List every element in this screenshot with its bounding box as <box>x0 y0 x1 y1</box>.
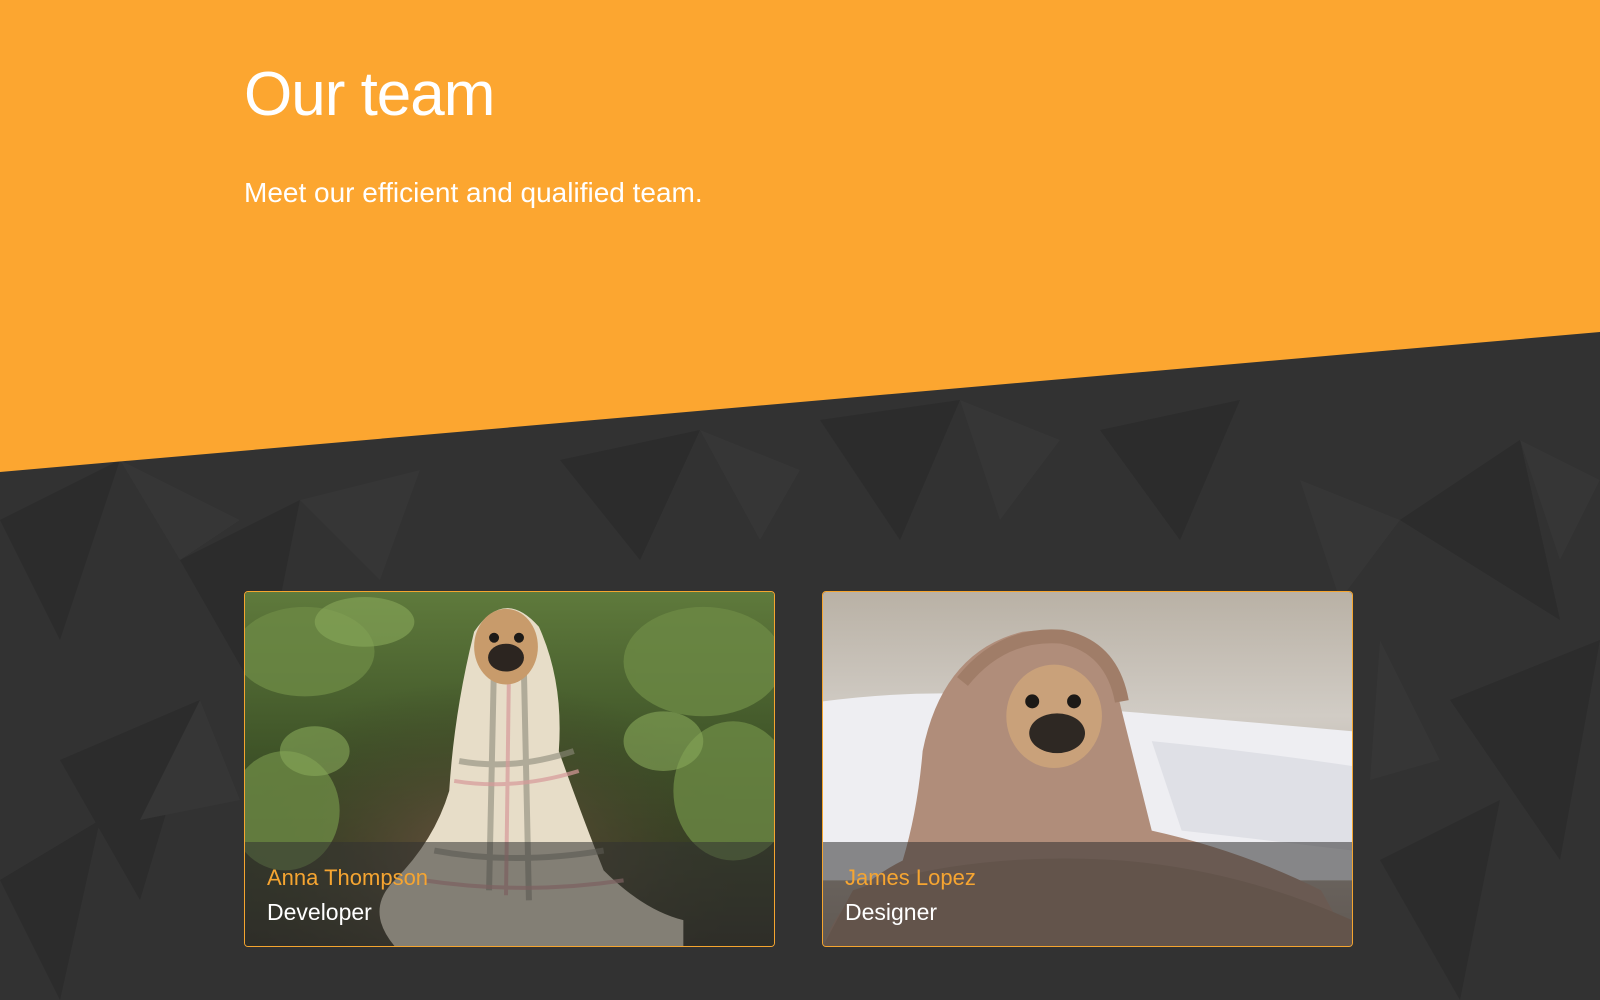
page-title: Our team <box>244 60 495 129</box>
member-name: James Lopez <box>845 865 976 890</box>
team-grid: Anna Thompson Developer James Lopez Desi… <box>244 591 1358 949</box>
team-card-james-lopez[interactable]: James Lopez Designer <box>822 591 1353 947</box>
member-role: Developer <box>267 899 372 925</box>
team-card-anna-thompson[interactable]: Anna Thompson Developer <box>244 591 775 947</box>
team-page: Our team Meet our efficient and qualifie… <box>0 0 1600 1000</box>
member-caption: James Lopez Designer <box>823 842 1352 946</box>
member-role: Designer <box>845 899 938 925</box>
hero-section: Our team Meet our efficient and qualifie… <box>244 56 1344 210</box>
member-caption: Anna Thompson Developer <box>245 842 774 946</box>
page-subtitle: Meet our efficient and qualified team. <box>244 177 703 208</box>
member-name: Anna Thompson <box>267 865 429 890</box>
